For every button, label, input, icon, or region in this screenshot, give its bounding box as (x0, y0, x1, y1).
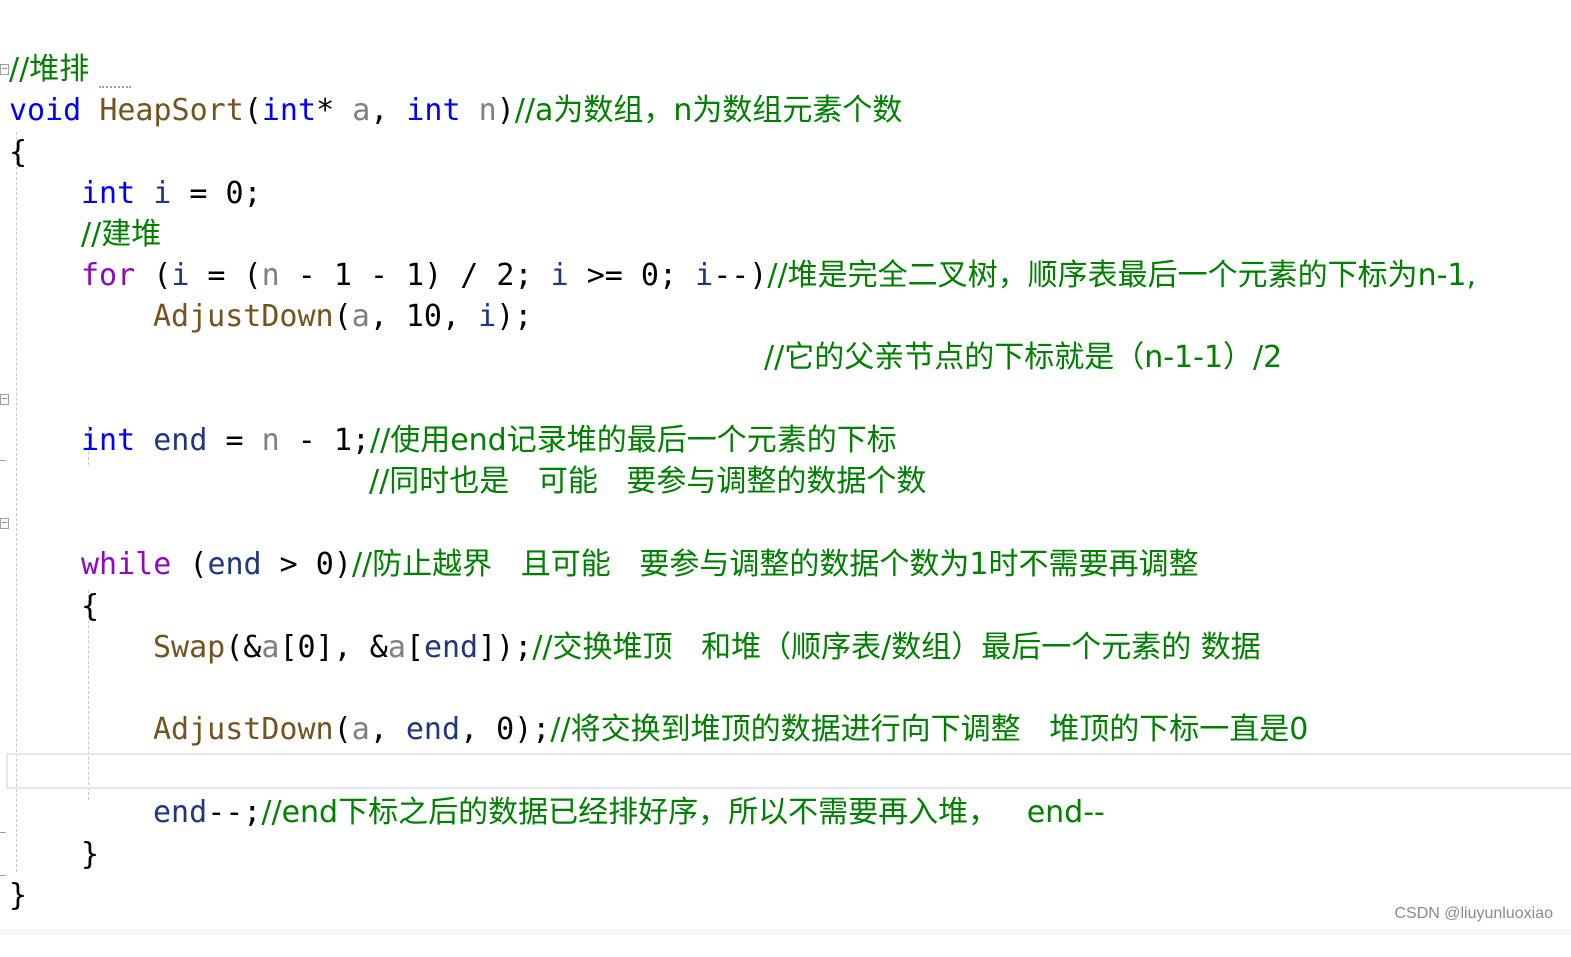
punctuation: >= 0; (568, 258, 696, 293)
statement: int i = 0; (81, 173, 262, 214)
punctuation: --; (207, 795, 262, 830)
punctuation: ( (333, 712, 352, 747)
punctuation: , (369, 712, 406, 747)
punctuation: = 0; (171, 176, 262, 211)
code-line-21: } (0, 834, 72, 913)
bottom-strip (0, 929, 1571, 935)
param-n: n (261, 423, 280, 458)
punctuation: ( (243, 93, 262, 128)
keyword-int: int (81, 176, 136, 211)
punctuation: * (316, 93, 353, 128)
punctuation: ( (135, 258, 172, 293)
code-line-5: //建堆 (0, 173, 161, 252)
punctuation: ) (496, 93, 515, 128)
var-end: end (153, 423, 208, 458)
var-end: end (423, 630, 479, 665)
code-line-17: AdjustDown(a, end, 0);//将交换到堆顶的数据进行向下调整 … (0, 668, 1308, 747)
open-brace: { (81, 589, 100, 624)
punctuation: = ( (189, 258, 262, 293)
current-line-highlight (6, 753, 1571, 789)
var-end: end (153, 795, 208, 830)
while-statement: while (end > 0)//防止越界 且可能 要参与调整的数据个数为1时不… (81, 544, 1198, 585)
var-i: i (695, 258, 714, 293)
var-i: i (171, 258, 190, 293)
code-line-15: Swap(&a[0], &a[end]);//交换堆顶 和堆（顺序表/数组）最后… (0, 586, 1261, 665)
comment: //它的父亲节点的下标就是（n-1-1）/2 (764, 340, 1283, 375)
comment: //交换堆顶 和堆（顺序表/数组）最后一个元素的 数据 (532, 630, 1261, 665)
param-a: a (351, 299, 370, 334)
comment: //堆是完全二叉树，顺序表最后一个元素的下标为n-1, (767, 258, 1477, 293)
code-line-10: int end = n - 1;//使用end记录堆的最后一个元素的下标 (0, 379, 897, 458)
watermark: CSDN @liuyunluoxiao (1394, 905, 1553, 922)
punctuation: , (370, 93, 407, 128)
declaration: int end = n - 1;//使用end记录堆的最后一个元素的下标 (81, 420, 897, 461)
code-line-19: end--;//end下标之后的数据已经排好序，所以不需要再入堆， end-- (0, 751, 1105, 830)
for-statement: for (i = (n - 1 - 1) / 2; i >= 0; i--)//… (81, 255, 1476, 296)
var-i: i (478, 299, 497, 334)
call-statement: AdjustDown(a, 10, i); (153, 296, 532, 337)
punctuation: > 0) (261, 547, 352, 582)
punctuation: ); (496, 299, 533, 334)
punctuation: - 1 - 1) / 2; (279, 258, 551, 293)
punctuation: , 0); (460, 712, 551, 747)
keyword-int: int (261, 93, 317, 128)
param-a: a (352, 93, 371, 128)
function-name[interactable]: HeapSort (99, 93, 244, 128)
keyword-while: while (81, 547, 172, 582)
param-a: a (387, 630, 406, 665)
param-n: n (261, 258, 280, 293)
close-brace: } (81, 837, 100, 872)
punctuation: - 1; (279, 423, 370, 458)
decrement-statement: end--;//end下标之后的数据已经排好序，所以不需要再入堆， end-- (153, 792, 1105, 833)
punctuation: ]); (478, 630, 533, 665)
function-call[interactable]: Swap (153, 630, 225, 665)
var-end: end (207, 547, 262, 582)
function-call[interactable]: AdjustDown (153, 299, 334, 334)
param-a: a (261, 630, 280, 665)
param-n: n (478, 93, 497, 128)
punctuation: = (207, 423, 262, 458)
punctuation: --) (713, 258, 768, 293)
punctuation: ( (171, 547, 208, 582)
code-line-13: while (end > 0)//防止越界 且可能 要参与调整的数据个数为1时不… (0, 503, 1198, 582)
punctuation: (& (225, 630, 262, 665)
code-line-2: void HeapSort(int* a, int n)//a为数组，n为数组元… (0, 49, 902, 128)
comment: //a为数组，n为数组元素个数 (514, 93, 903, 128)
comment: //将交换到堆顶的数据进行向下调整 堆顶的下标一直是0 (550, 712, 1309, 747)
var-i: i (550, 258, 569, 293)
code-line-11: //同时也是 可能 要参与调整的数据个数 (0, 420, 926, 499)
comment: //end下标之后的数据已经排好序，所以不需要再入堆， end-- (261, 795, 1105, 830)
function-call[interactable]: AdjustDown (153, 712, 334, 747)
code-line-3: { (0, 91, 72, 170)
code-line-20: } (0, 793, 99, 872)
punctuation: [0], & (279, 630, 388, 665)
var-end: end (405, 712, 461, 747)
code-line-1: //堆排 (0, 8, 89, 87)
comment: //同时也是 可能 要参与调整的数据个数 (369, 464, 927, 499)
code-line-7: AdjustDown(a, 10, i); //它的父亲节点的下标就是（n-1-… (0, 255, 1282, 375)
keyword-for: for (81, 258, 136, 293)
code-line-6: for (i = (n - 1 - 1) / 2; i >= 0; i--)//… (0, 214, 1476, 293)
suggestion-squiggle (99, 86, 131, 88)
punctuation: , 10, (369, 299, 479, 334)
call-statement: Swap(&a[0], &a[end]);//交换堆顶 和堆（顺序表/数组）最后… (153, 627, 1261, 668)
code-line-14: { (0, 545, 99, 624)
punctuation: [ (405, 630, 424, 665)
var-i: i (153, 176, 172, 211)
comment: //防止越界 且可能 要参与调整的数据个数为1时不需要再调整 (351, 547, 1199, 582)
comment: //建堆 (81, 217, 162, 252)
close-brace: } (9, 878, 28, 913)
punctuation: ( (333, 299, 352, 334)
code-editor[interactable]: − − − //堆排 void HeapSort(int* a, int n)/… (0, 0, 1571, 935)
function-signature: void HeapSort(int* a, int n)//a为数组，n为数组元… (9, 90, 902, 131)
code-line-4: int i = 0; (0, 132, 262, 211)
param-a: a (351, 712, 370, 747)
comment: //使用end记录堆的最后一个元素的下标 (370, 423, 897, 458)
keyword-int: int (81, 423, 136, 458)
call-statement: AdjustDown(a, end, 0);//将交换到堆顶的数据进行向下调整 … (153, 709, 1308, 750)
keyword-int: int (406, 93, 461, 128)
